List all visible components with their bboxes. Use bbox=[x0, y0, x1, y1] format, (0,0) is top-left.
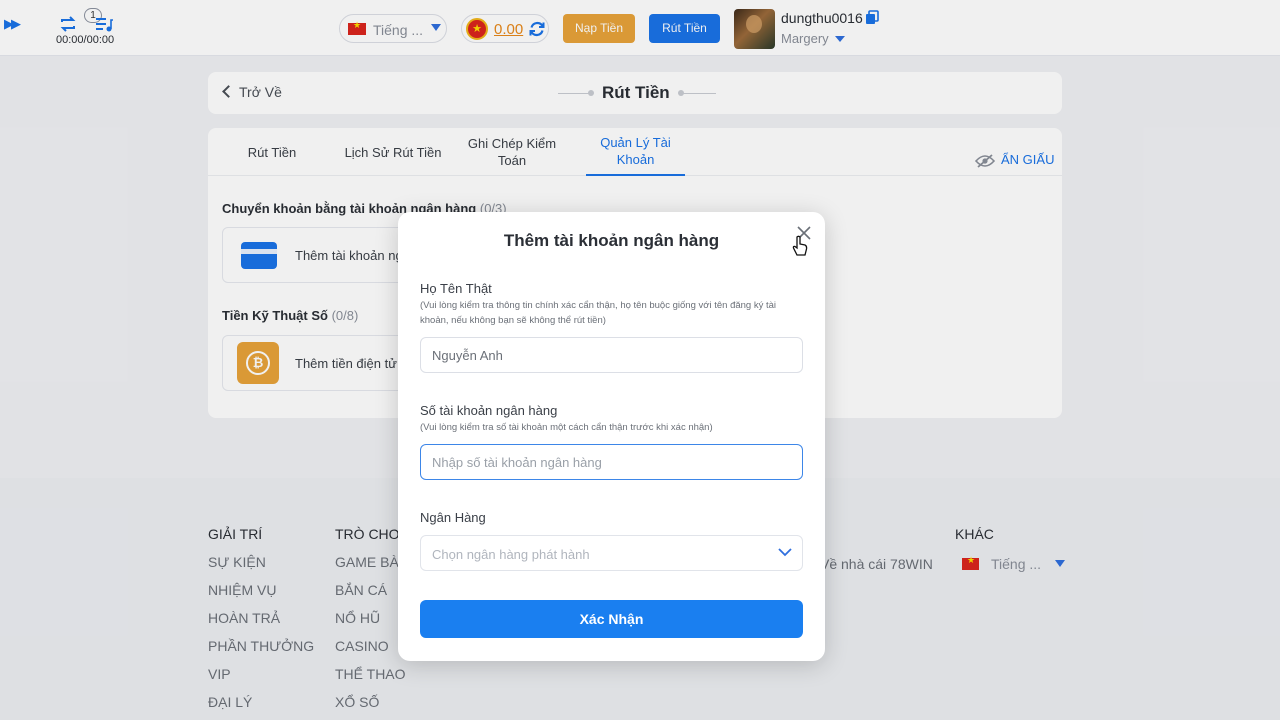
bank-label: Ngân Hàng bbox=[420, 510, 486, 525]
account-number-hint: (Vui lòng kiểm tra số tài khoản một cách… bbox=[420, 422, 713, 433]
account-number-input[interactable] bbox=[420, 444, 803, 480]
bank-select-placeholder: Chọn ngân hàng phát hành bbox=[432, 547, 590, 562]
add-bank-account-modal: Thêm tài khoản ngân hàng Họ Tên Thật (Vu… bbox=[398, 212, 825, 661]
hand-cursor-icon bbox=[792, 235, 808, 256]
account-number-label: Số tài khoản ngân hàng bbox=[420, 403, 558, 418]
real-name-label: Họ Tên Thật bbox=[420, 281, 492, 296]
bank-select[interactable]: Chọn ngân hàng phát hành bbox=[420, 535, 803, 571]
real-name-hint: (Vui lòng kiểm tra thông tin chính xác c… bbox=[420, 300, 777, 326]
modal-title: Thêm tài khoản ngân hàng bbox=[503, 231, 720, 250]
confirm-button[interactable]: Xác Nhận bbox=[420, 600, 803, 638]
chevron-down-icon bbox=[778, 548, 792, 557]
real-name-input[interactable] bbox=[420, 337, 803, 373]
